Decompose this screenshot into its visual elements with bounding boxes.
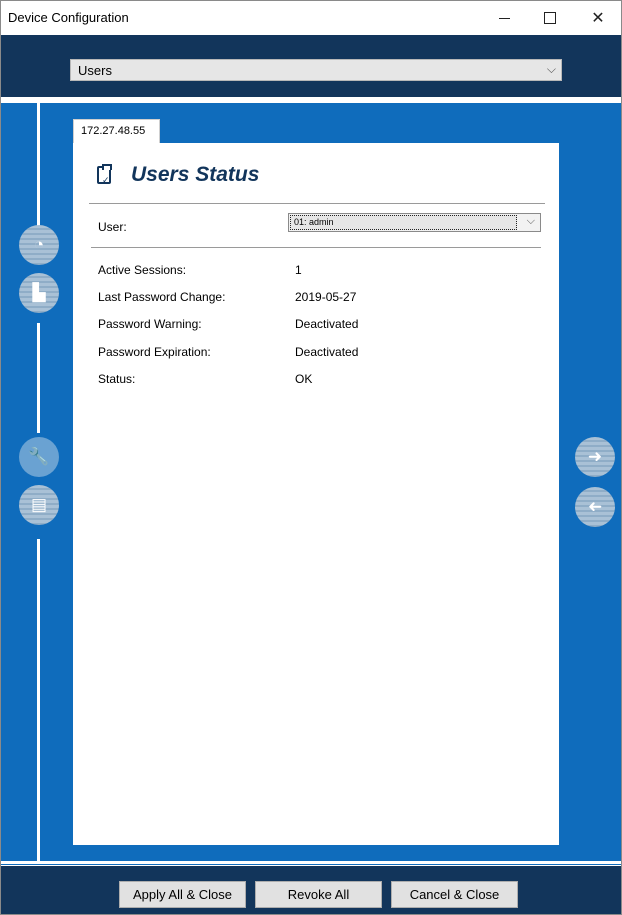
user-select[interactable]: 01: admin ⌵ <box>288 213 541 232</box>
last-password-change-label: Last Password Change: <box>98 290 226 304</box>
next-button[interactable]: ➜ <box>575 437 615 477</box>
active-sessions-label: Active Sessions: <box>98 263 187 277</box>
tab-device-ip[interactable]: 172.27.48.55 <box>73 119 160 143</box>
tab-label: 172.27.48.55 <box>81 125 146 137</box>
nav-monitor-button[interactable]: ◔ <box>19 225 59 265</box>
module-select[interactable]: Users ⌵ <box>70 59 562 81</box>
arrow-right-icon: ➜ <box>587 447 603 466</box>
nav-status-button[interactable]: ▤ <box>19 485 59 525</box>
minimize-icon <box>498 17 510 19</box>
nav-diagnostics-button[interactable]: ▙ <box>19 273 59 313</box>
user-select-value: 01: admin <box>290 215 517 230</box>
password-warning-value: Deactivated <box>295 317 359 331</box>
nav-configuration-button[interactable]: 🔧 <box>19 437 59 477</box>
chevron-down-icon: ⌵ <box>546 62 556 76</box>
close-button[interactable]: ✕ <box>575 1 621 35</box>
page-title: Users Status <box>131 163 260 186</box>
apply-all-close-button[interactable]: Apply All & Close <box>119 881 246 908</box>
user-label: User: <box>98 220 127 234</box>
nav-rail-segment <box>37 539 40 861</box>
password-warning-label: Password Warning: <box>98 317 202 331</box>
nav-rail-segment <box>37 103 40 226</box>
previous-button[interactable]: ➜ <box>575 487 615 527</box>
close-icon: ✕ <box>591 10 605 27</box>
last-password-change-value: 2019-05-27 <box>295 290 357 304</box>
nav-rail-bottom <box>1 861 621 864</box>
password-expiration-value: Deactivated <box>295 345 359 359</box>
divider <box>89 203 545 204</box>
maximize-button[interactable] <box>527 1 573 35</box>
cancel-close-button[interactable]: Cancel & Close <box>391 881 518 908</box>
status-value: OK <box>295 372 313 386</box>
status-label: Status: <box>98 372 136 386</box>
password-expiration-label: Password Expiration: <box>98 345 211 359</box>
device-configuration-window: Device Configuration ✕ Users ⌵ ◔ ▙ 🔧 ▤ ➜… <box>0 0 622 915</box>
active-sessions-value: 1 <box>295 263 302 277</box>
maximize-icon <box>544 12 556 24</box>
footer-bar: Apply All & Close Revoke All Cancel & Cl… <box>1 866 621 914</box>
chevron-down-icon: ⌵ <box>526 215 535 227</box>
chart-icon: ▙ <box>32 283 46 302</box>
clipboard-icon: ▤ <box>30 495 48 514</box>
wrench-icon: 🔧 <box>28 447 50 466</box>
users-status-panel: ✓ Users Status User: 01: admin ⌵ Active … <box>73 143 559 845</box>
revoke-all-button[interactable]: Revoke All <box>255 881 382 908</box>
arrow-left-icon: ➜ <box>587 497 603 516</box>
gauge-icon: ◔ <box>33 235 45 254</box>
minimize-button[interactable] <box>481 1 527 35</box>
divider <box>91 247 541 248</box>
nav-rail-segment <box>37 323 40 433</box>
clipboard-check-icon: ✓ <box>97 164 112 185</box>
window-title: Device Configuration <box>8 10 129 25</box>
title-bar: Device Configuration ✕ <box>1 1 621 35</box>
module-select-value: Users <box>78 63 112 78</box>
